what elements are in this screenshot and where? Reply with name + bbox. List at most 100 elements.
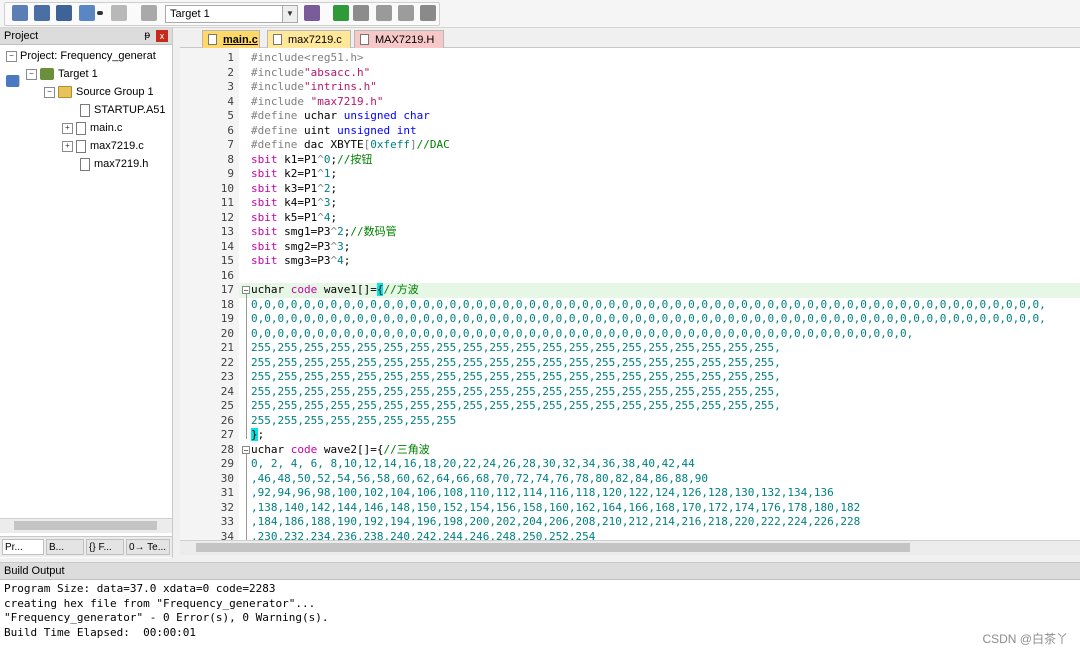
code-token: k2=P1 [284, 167, 318, 180]
select-packs-icon[interactable] [376, 5, 392, 21]
pin-icon[interactable]: ᵽ [144, 28, 150, 44]
code-line[interactable]: #define uint unsigned int [251, 124, 417, 139]
manage-components-icon[interactable] [333, 5, 349, 21]
code-line[interactable]: ,92,94,96,98,100,102,104,106,108,110,112… [251, 486, 834, 501]
code-token: //按钮 [337, 152, 373, 166]
code-line[interactable]: sbit smg3=P3^4; [251, 254, 350, 269]
code-line[interactable]: uchar code wave1[]={//方波 [251, 283, 419, 298]
tree-source-group[interactable]: − Source Group 1 [44, 83, 154, 101]
code-line[interactable]: #include "max7219.h" [251, 95, 383, 110]
code-line[interactable]: 255,255,255,255,255,255,255,255,255,255,… [251, 399, 781, 414]
code-line[interactable]: #define dac XBYTE[0xfeff]//DAC [251, 138, 450, 153]
line-number: 15 [220, 254, 234, 267]
project-horizontal-scrollbar[interactable] [0, 518, 172, 533]
event-recorder-icon[interactable] [420, 5, 436, 21]
tree-file[interactable]: + max7219.c [62, 137, 144, 155]
batch-dropdown-icon[interactable] [97, 11, 103, 15]
code-token: uchar [303, 109, 344, 122]
close-icon[interactable]: x [156, 30, 168, 42]
target-options-icon[interactable] [304, 5, 320, 21]
translate-icon[interactable] [12, 5, 28, 21]
download-icon[interactable] [141, 5, 157, 21]
code-line[interactable]: ,184,186,188,190,192,194,196,198,200,202… [251, 515, 860, 530]
code-token: k1=P1 [284, 152, 318, 166]
code-line[interactable]: ,138,140,142,144,146,148,150,152,154,156… [251, 501, 860, 516]
line-number: 28 [220, 442, 234, 456]
file-icon [76, 139, 86, 153]
code-token: ; [330, 196, 338, 209]
code-line[interactable]: 0,0,0,0,0,0,0,0,0,0,0,0,0,0,0,0,0,0,0,0,… [251, 312, 1046, 327]
fold-range-line [246, 294, 247, 439]
code-token: #define [251, 138, 304, 151]
code-line[interactable]: ,230,232,234,236,238,240,242,244,246,248… [251, 530, 595, 541]
code-line[interactable]: 255,255,255,255,255,255,255,255,255,255,… [251, 370, 781, 385]
code-line[interactable]: }; [251, 428, 264, 443]
expand-icon[interactable]: + [62, 122, 73, 134]
code-line[interactable]: sbit k4=P1^3; [251, 196, 337, 211]
code-line[interactable]: 255,255,255,255,255,255,255,255,255,255,… [251, 356, 781, 371]
code-token: //数码管 [350, 225, 397, 238]
tab-max7219-c[interactable]: max7219.c [267, 30, 351, 48]
code-line[interactable]: #define uchar unsigned char [251, 109, 430, 124]
code-line[interactable]: sbit smg2=P3^3; [251, 240, 350, 255]
tab-label: max7219.c [288, 34, 342, 46]
code-token: ; [330, 167, 338, 180]
tab-max7219-h[interactable]: MAX7219.H [354, 30, 444, 48]
build-icon[interactable] [34, 5, 50, 21]
code-line[interactable]: 0,0,0,0,0,0,0,0,0,0,0,0,0,0,0,0,0,0,0,0,… [251, 298, 1046, 313]
code-line[interactable]: #include"intrins.h" [251, 80, 377, 95]
tab-books[interactable]: B... [46, 539, 84, 555]
rebuild-icon[interactable] [56, 5, 72, 21]
expand-icon[interactable]: + [62, 140, 73, 152]
code-line[interactable]: ,46,48,50,52,54,56,58,60,62,64,66,68,70,… [251, 472, 708, 487]
code-line[interactable]: #include"absacc.h" [251, 66, 370, 81]
code-token: sbit [251, 181, 285, 195]
code-line[interactable]: sbit k2=P1^1; [251, 167, 337, 182]
code-line[interactable]: 0,0,0,0,0,0,0,0,0,0,0,0,0,0,0,0,0,0,0,0,… [251, 327, 913, 342]
code-line[interactable]: #include<reg51.h> [251, 51, 364, 66]
tree-target[interactable]: − Target 1 [26, 65, 98, 83]
scrollbar-thumb[interactable] [14, 521, 157, 530]
editor-horizontal-scrollbar[interactable] [180, 540, 1080, 555]
code-line[interactable]: 0, 2, 4, 6, 8,10,12,14,16,18,20,22,24,26… [251, 457, 695, 472]
code-line[interactable]: 255,255,255,255,255,255,255,255,255,255,… [251, 385, 781, 400]
collapse-icon[interactable]: − [44, 86, 55, 98]
chevron-down-icon[interactable]: ▼ [282, 6, 297, 22]
code-line[interactable]: 255,255,255,255,255,255,255,255,255,255,… [251, 341, 781, 356]
line-number: 33 [220, 515, 234, 528]
line-number: 2 [227, 65, 234, 79]
fold-toggle-icon[interactable]: − [242, 445, 250, 454]
code-token: code [290, 283, 324, 296]
line-number: 11 [220, 196, 234, 209]
code-line[interactable]: sbit k5=P1^4; [251, 211, 337, 226]
tree-project-root[interactable]: − Project: Frequency_generat [6, 47, 156, 87]
code-line[interactable]: sbit smg1=P3^2;//数码管 [251, 225, 397, 240]
tab-main-c[interactable]: main.c [202, 30, 260, 48]
watermark: CSDN @白茶丫 [982, 632, 1068, 646]
pack-installer-icon[interactable] [353, 5, 369, 21]
code-token: ; [330, 181, 338, 195]
code-line[interactable]: sbit k1=P1^0;//按钮 [251, 153, 372, 168]
code-line[interactable]: 255,255,255,255,255,255,255,255 [251, 414, 456, 429]
tree-file[interactable]: max7219.h [80, 155, 148, 173]
target-select[interactable]: Target 1 ▼ [165, 5, 298, 23]
code-token: dac XBYTE [303, 138, 364, 151]
code-editor[interactable]: 1 2 3 4 5 6 7 8 9 10 11 12 13 14 15 16 17 18 19 20 21 22 23 24 2… [180, 48, 1080, 540]
tree-file[interactable]: + main.c [62, 119, 122, 137]
code-line[interactable]: sbit k3=P1^2; [251, 182, 337, 197]
batch-build-icon[interactable] [79, 5, 95, 21]
scrollbar-thumb[interactable] [196, 543, 910, 552]
fold-toggle-icon[interactable]: − [242, 286, 250, 295]
code-token: //三角波 [383, 442, 430, 456]
tab-templates[interactable]: 0→ Te... [126, 539, 170, 555]
stop-build-icon[interactable] [111, 5, 127, 21]
code-line[interactable]: uchar code wave2[]={//三角波 [251, 443, 430, 458]
line-number: 19 [220, 312, 234, 325]
tree-file[interactable]: STARTUP.A51 [80, 101, 166, 119]
tab-project[interactable]: Pr... [2, 539, 44, 555]
manage-runtime-icon[interactable] [398, 5, 414, 21]
collapse-icon[interactable]: − [26, 68, 37, 80]
tab-functions[interactable]: {} F... [86, 539, 124, 555]
collapse-icon[interactable]: − [6, 50, 17, 62]
code-token: ,92,94,96,98,100,102,104,106,108,110,112… [251, 486, 834, 499]
